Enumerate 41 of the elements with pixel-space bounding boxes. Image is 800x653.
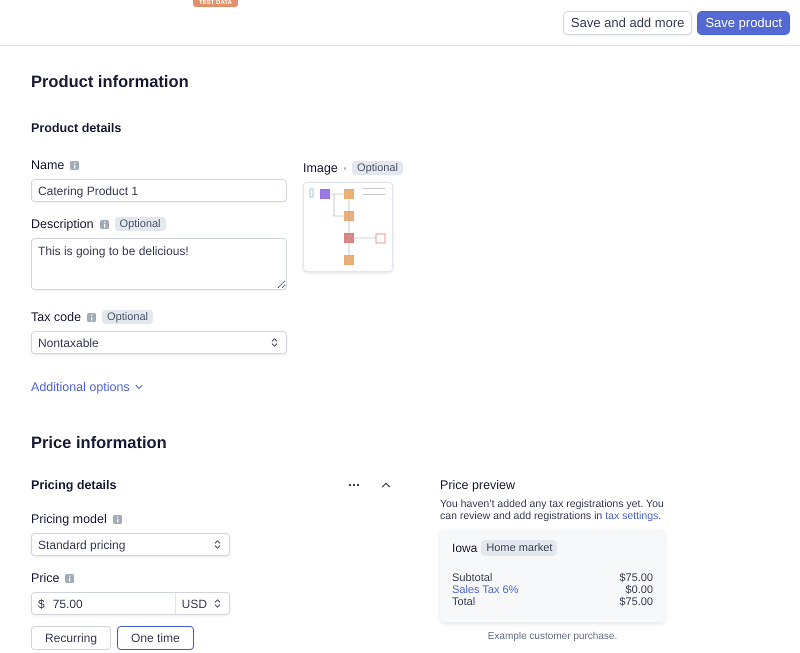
line-label: Subtotal <box>452 572 492 584</box>
tax-line-link[interactable]: Sales Tax 6% <box>452 584 518 596</box>
optional-tag: Optional <box>102 310 154 324</box>
optional-tag: Optional <box>114 217 166 231</box>
field-label: Price <box>31 571 60 585</box>
field-label: Tax code <box>31 310 82 324</box>
subsection-title: Pricing details <box>31 478 116 492</box>
tax-settings-link[interactable]: tax settings <box>605 510 658 522</box>
line-amount: $75.00 <box>619 596 653 608</box>
chevrons-icon <box>269 337 280 348</box>
description-field[interactable]: This is going to be delicious! <box>31 238 287 290</box>
home-market-tag: Home market <box>481 540 558 556</box>
preview-note: You haven’t added any tax registrations yet. You can review and add registrations in tax settings. <box>440 498 665 522</box>
section-title: Product information <box>31 73 190 92</box>
line-amount: $0.00 <box>625 584 653 596</box>
optional-tag: Optional <box>352 161 403 175</box>
additional-options-link[interactable]: Additional options <box>31 380 145 394</box>
currency-select[interactable]: USD <box>176 593 229 614</box>
name-field[interactable]: Catering Product 1 <box>31 179 287 202</box>
price-field[interactable]: $ 75.00 USD <box>31 592 230 615</box>
line-amount: $75.00 <box>619 572 653 584</box>
field-label: Pricing model <box>31 512 107 526</box>
currency-symbol: $ <box>38 596 45 610</box>
field-label: Name <box>31 158 64 172</box>
preview-title: Price preview <box>440 477 516 493</box>
field-label: Image <box>303 161 338 175</box>
subsection-title: Product details <box>31 121 122 135</box>
pricing-model-select[interactable]: Standard pricing <box>31 533 230 556</box>
section-title: Price information <box>31 434 168 453</box>
field-label: Description <box>31 217 94 231</box>
chevrons-icon <box>212 598 223 609</box>
line-label: Total <box>452 596 476 608</box>
chevrons-icon <box>212 539 223 550</box>
save-button[interactable]: Save product <box>697 10 790 34</box>
price-type-button[interactable]: One time <box>117 626 194 650</box>
preview-caption: Example customer purchase. <box>486 631 618 642</box>
price-type-button[interactable]: Recurring <box>31 626 112 650</box>
price-amount: 75.00 <box>52 596 83 610</box>
region-name: Iowa <box>452 541 478 555</box>
select-field[interactable]: Nontaxable <box>31 331 287 354</box>
save-and-add-button[interactable]: Save and add more <box>562 10 692 34</box>
